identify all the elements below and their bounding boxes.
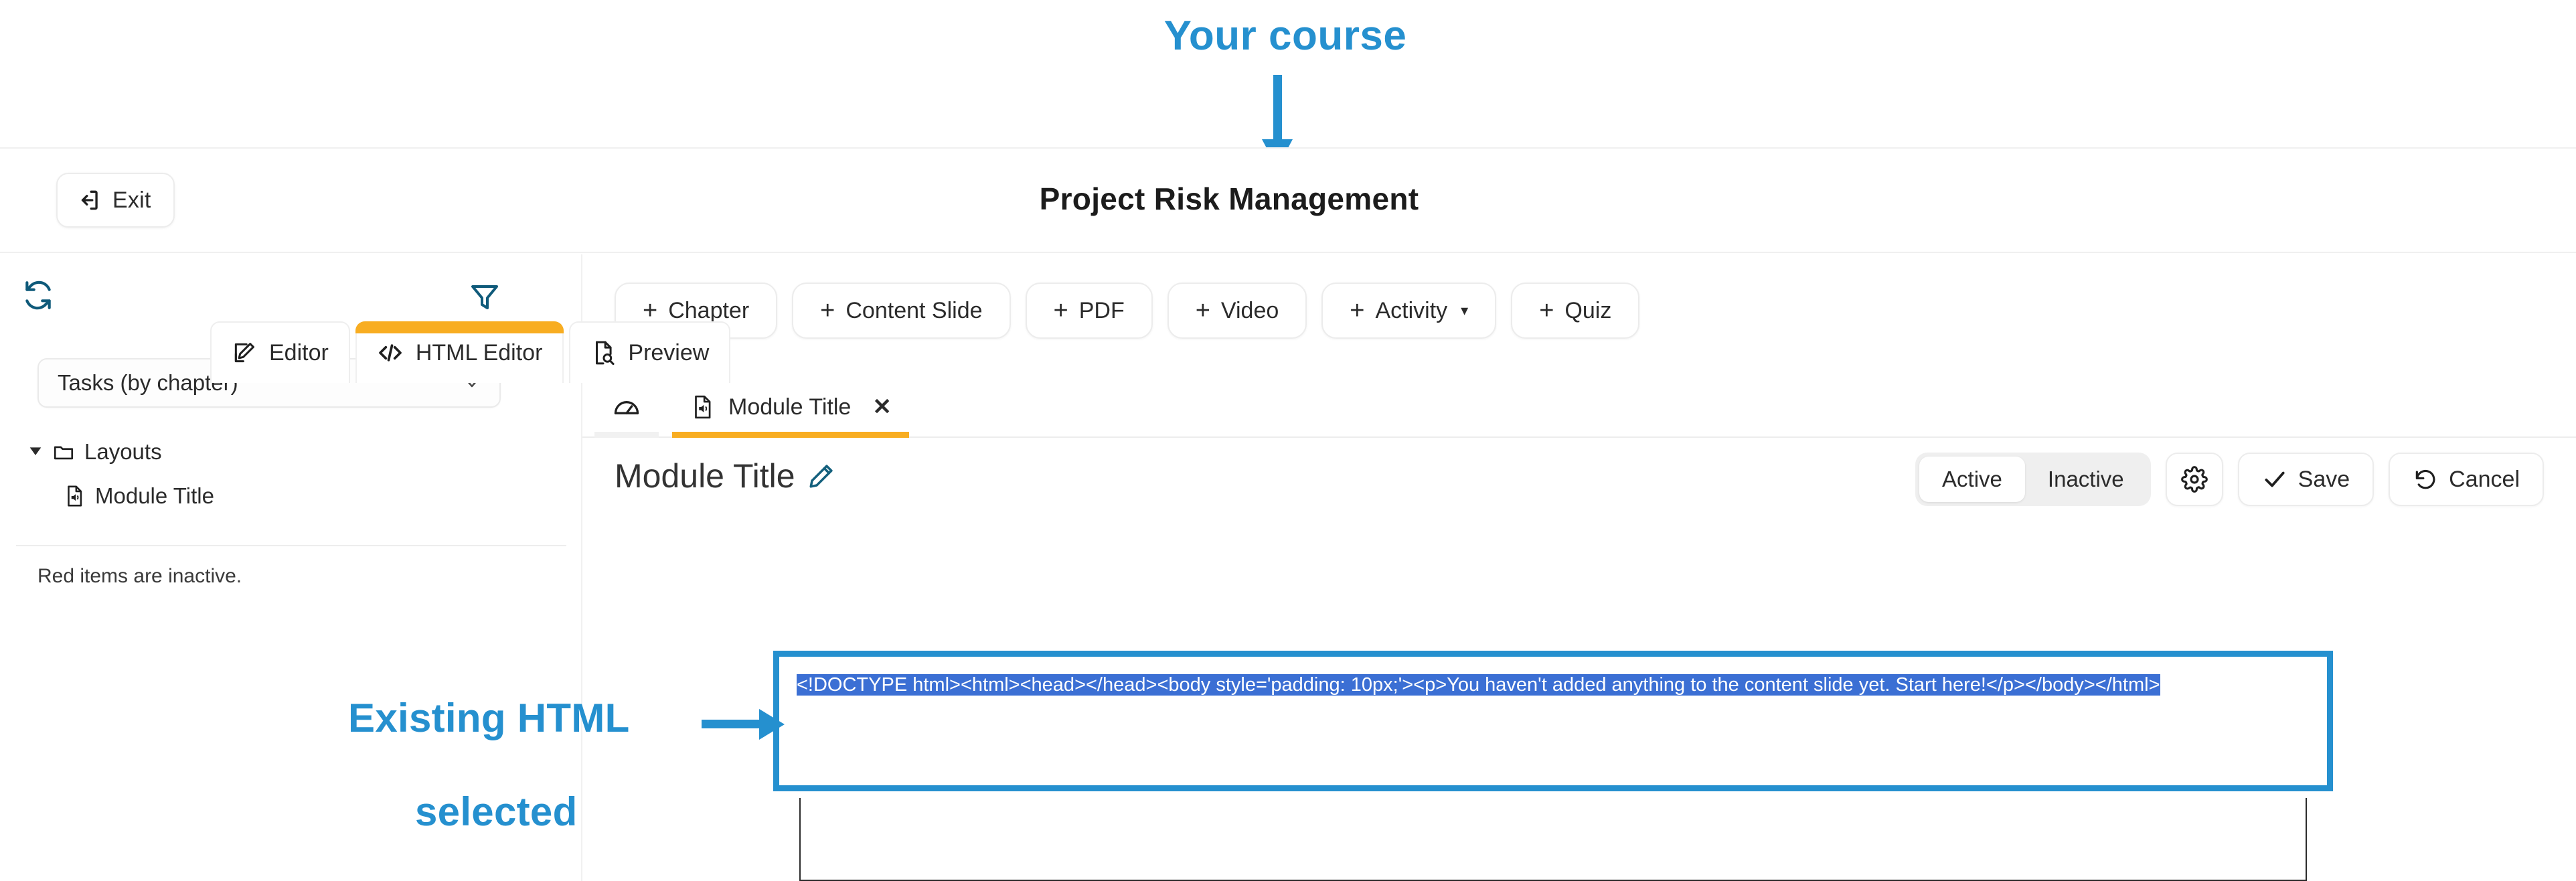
tab-preview[interactable]: Preview [569, 321, 731, 383]
annotation-existing-html-arrow [702, 706, 786, 747]
tab-label: Module Title [728, 394, 852, 420]
active-inactive-toggle[interactable]: Active Inactive [1915, 453, 2151, 506]
tree-item-label: Module Title [95, 483, 214, 508]
editor-mode-tabs: Editor HTML Editor Preview [210, 321, 731, 383]
add-video-label: Video [1220, 297, 1279, 323]
course-title: Project Risk Management [0, 181, 2576, 217]
save-label: Save [2298, 466, 2350, 492]
plus-icon: + [643, 297, 658, 325]
annotation-existing-html-line1: Existing HTML [348, 696, 630, 740]
edit-square-icon [232, 340, 257, 366]
chevron-down-icon[interactable]: ▾ [1461, 302, 1468, 319]
annotation-your-course-label: Your course [1163, 13, 1407, 59]
folder-icon [52, 440, 75, 463]
add-pdf-label: PDF [1078, 297, 1125, 323]
tab-html-editor[interactable]: HTML Editor [355, 321, 564, 383]
page-title-text: Module Title [615, 457, 795, 495]
add-activity-label: Activity [1375, 297, 1448, 323]
edit-pencil-icon[interactable] [807, 462, 835, 490]
plus-icon: + [1539, 297, 1554, 325]
add-pdf-button[interactable]: + PDF [1025, 283, 1153, 339]
open-items-tabstrip: Module Title ✕ [582, 376, 2576, 438]
gear-icon [2180, 466, 2208, 493]
item-actions: Active Inactive Save Cancel [1915, 453, 2544, 506]
add-activity-button[interactable]: + Activity ▾ [1321, 283, 1497, 339]
gauge-icon [612, 392, 641, 422]
check-icon [2262, 467, 2287, 492]
page-title: Module Title [615, 457, 835, 495]
slide-audio-icon [690, 394, 715, 420]
sidebar-toolbar [0, 278, 582, 325]
course-title-text: Project Risk Management [1039, 181, 1419, 216]
content-tree: Layouts Module Title [0, 430, 582, 518]
preview-panel [799, 798, 2307, 881]
add-content-slide-label: Content Slide [846, 297, 983, 323]
save-button[interactable]: Save [2237, 453, 2374, 506]
annotation-existing-html-line2: selected [415, 789, 578, 834]
settings-button[interactable] [2165, 453, 2223, 506]
slide-audio-icon [63, 485, 86, 507]
add-quiz-button[interactable]: + Quiz [1511, 283, 1640, 339]
tree-expand-caret-icon[interactable] [28, 445, 43, 459]
tab-underline [594, 432, 659, 438]
item-title-row: Module Title Active Inactive Save Cancel [582, 453, 2576, 517]
selected-code-text: <!DOCTYPE html><html><head></head><body … [797, 674, 2160, 696]
code-brackets-icon [377, 339, 404, 366]
tree-item-module-title[interactable]: Module Title [0, 474, 582, 518]
plus-icon: + [1350, 297, 1365, 325]
close-icon[interactable]: ✕ [872, 394, 892, 420]
toggle-active-option[interactable]: Active [1919, 457, 2025, 502]
cancel-label: Cancel [2449, 466, 2520, 492]
app-root: Your course Exit Project Risk Management [0, 0, 2576, 881]
add-chapter-label: Chapter [668, 297, 750, 323]
toggle-inactive-option[interactable]: Inactive [2025, 457, 2147, 502]
html-code-textarea[interactable]: <!DOCTYPE html><html><head></head><body … [797, 668, 2311, 777]
tab-editor[interactable]: Editor [210, 321, 350, 383]
tab-html-editor-label: HTML Editor [415, 339, 543, 366]
active-tab-indicator [355, 321, 564, 333]
plus-icon: + [1053, 297, 1068, 325]
add-quiz-label: Quiz [1564, 297, 1612, 323]
add-content-slide-button[interactable]: + Content Slide [792, 283, 1011, 339]
add-content-toolbar: + Chapter + Content Slide + PDF + Video … [615, 283, 1640, 339]
sidebar-legend-note: Red items are inactive. [37, 565, 242, 587]
tree-item-label: Layouts [84, 439, 162, 464]
tab-editor-label: Editor [269, 339, 329, 366]
tab-dashboard[interactable] [594, 376, 659, 438]
page-search-icon [590, 340, 616, 366]
tree-item-layouts[interactable]: Layouts [0, 430, 582, 474]
refresh-icon[interactable] [21, 278, 55, 312]
plus-icon: + [820, 297, 835, 325]
plus-icon: + [1195, 297, 1210, 325]
undo-icon [2413, 467, 2438, 492]
filter-icon[interactable] [469, 281, 501, 313]
tab-module-title[interactable]: Module Title ✕ [672, 376, 909, 438]
tab-preview-label: Preview [628, 339, 710, 366]
sidebar-divider [16, 545, 566, 546]
cancel-button[interactable]: Cancel [2389, 453, 2544, 506]
tab-underline [672, 432, 909, 438]
add-video-button[interactable]: + Video [1167, 283, 1307, 339]
